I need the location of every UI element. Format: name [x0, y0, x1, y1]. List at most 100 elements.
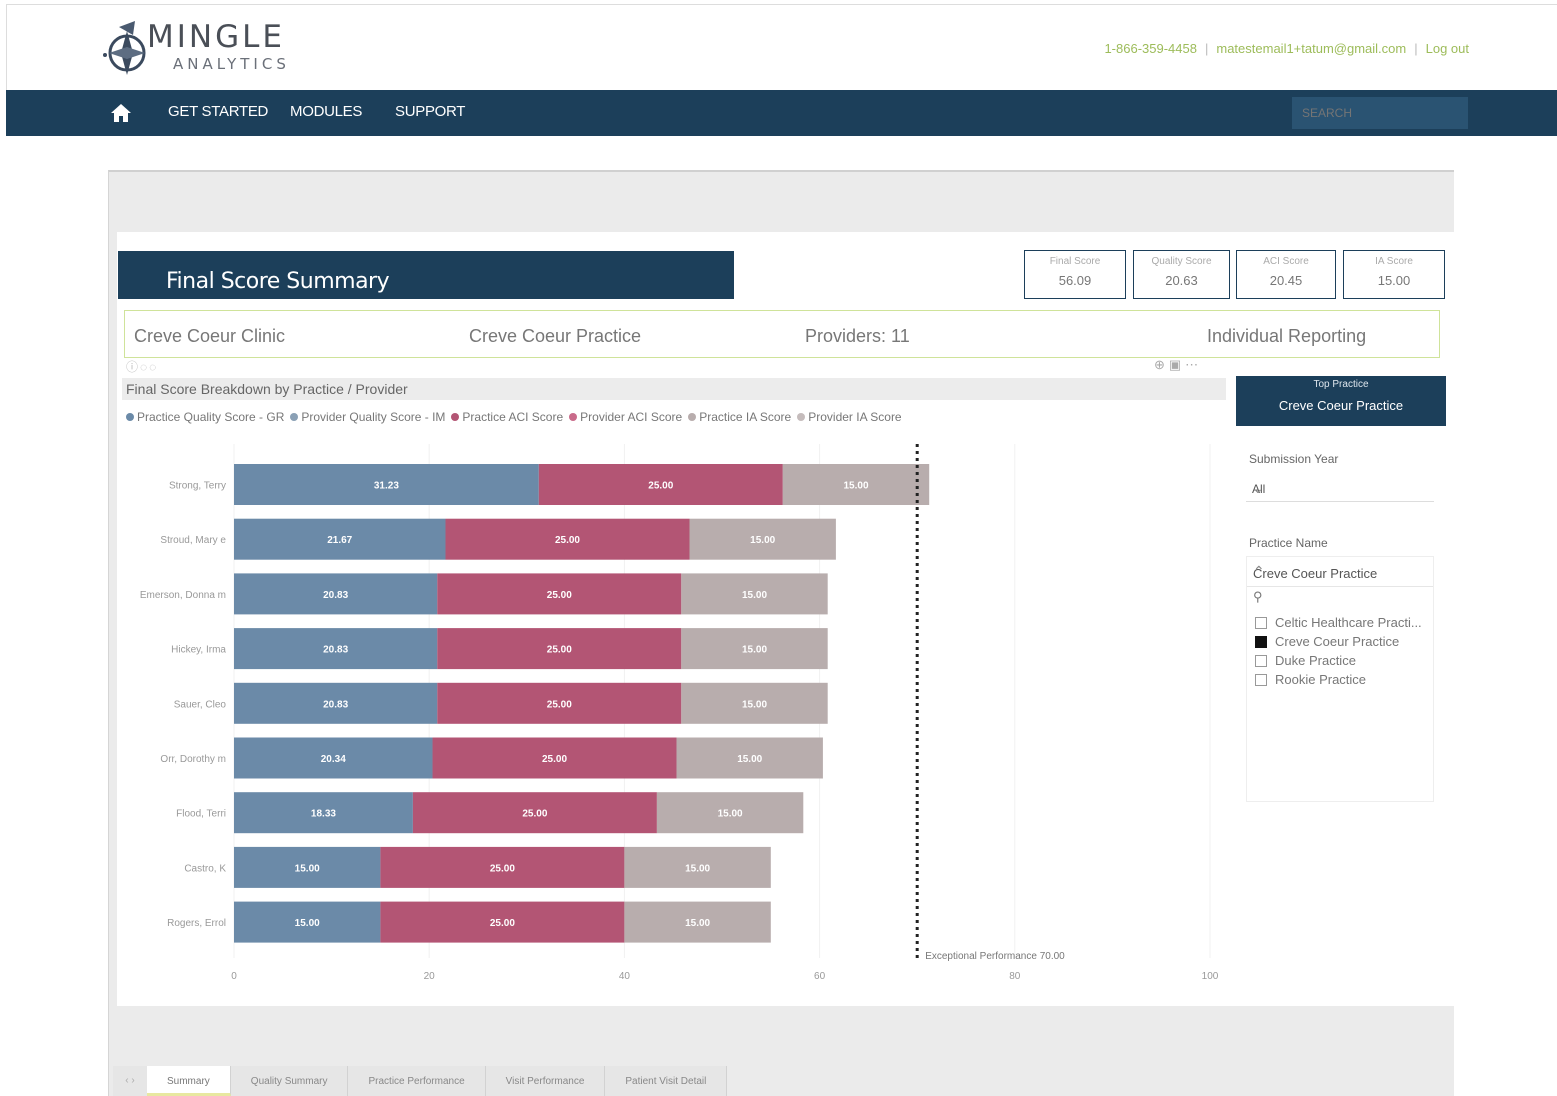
- bar-data-label: 31.23: [374, 481, 399, 492]
- bar-data-label: 15.00: [742, 590, 767, 601]
- bar-data-label: 15.00: [718, 809, 743, 820]
- bar-data-label: 15.00: [737, 754, 762, 765]
- legend-swatch: [126, 413, 134, 421]
- drill-controls[interactable]: ⓘ◌◌: [126, 358, 158, 375]
- practice-option-list: Celtic Healthcare Practi... Creve Coeur P…: [1255, 613, 1422, 689]
- chart-title: Final Score Breakdown by Practice / Prov…: [126, 381, 408, 397]
- practice-slicer: Creve Coeur Practice ⌃ ⚲ Celtic Healthca…: [1246, 556, 1434, 802]
- bar-data-label: 25.00: [555, 535, 580, 546]
- bar-data-label: 20.83: [323, 590, 348, 601]
- bar-data-label: 25.00: [547, 590, 572, 601]
- tab-summary[interactable]: Summary: [147, 1066, 231, 1096]
- kpi-value: 15.00: [1377, 273, 1411, 288]
- score-breakdown-chart[interactable]: 0 20 40 60 80 100 Strong, Terry 31.23 25.00 15.00…: [122, 436, 1226, 988]
- y-category-label: Hickey, Irma: [171, 645, 226, 656]
- bar-data-label: 25.00: [648, 481, 673, 492]
- checkbox[interactable]: [1255, 654, 1267, 667]
- legend-item[interactable]: Provider IA Score: [797, 410, 902, 424]
- logo-wordmark: MINGLE: [147, 19, 285, 55]
- nav-support[interactable]: SUPPORT: [395, 103, 465, 120]
- link-separator: |: [1204, 41, 1209, 56]
- y-category-label: Orr, Dorothy m: [160, 754, 226, 765]
- main-nav: GET STARTED MODULES SUPPORT: [6, 90, 1557, 136]
- practice-name-label: Practice Name: [1249, 536, 1328, 550]
- providers-count: Providers: 11: [805, 326, 910, 346]
- kpi-quality-score: Quality Score 20.63: [1133, 250, 1230, 299]
- chart-legend: Practice Quality Score - GR Provider Qual…: [126, 410, 902, 424]
- checkbox[interactable]: [1255, 635, 1267, 648]
- x-tick-label: 60: [814, 971, 826, 982]
- x-tick-label: 80: [1009, 971, 1021, 982]
- legend-swatch: [688, 413, 697, 421]
- bar-data-label: 15.00: [750, 535, 775, 546]
- practice-name: Creve Coeur Practice: [469, 326, 642, 346]
- bar-data-label: 18.33: [311, 809, 336, 820]
- practice-option-label: Celtic Healthcare Practi...: [1275, 615, 1422, 630]
- tab-practice-performance[interactable]: Practice Performance: [348, 1066, 486, 1096]
- page-tabs: ‹ › Summary Quality Summary Practice Per…: [113, 1066, 728, 1096]
- y-category-label: Rogers, Errol: [167, 918, 226, 929]
- bar-data-label: 15.00: [685, 863, 710, 874]
- legend-swatch: [451, 413, 460, 421]
- search-input[interactable]: [1292, 97, 1468, 129]
- nav-get-started[interactable]: GET STARTED: [168, 103, 268, 120]
- chevron-up-icon: ⌃: [1253, 563, 1265, 579]
- practice-option[interactable]: Celtic Healthcare Practi...: [1255, 613, 1422, 632]
- top-practice-value: Creve Coeur Practice: [1278, 398, 1404, 413]
- phone-link[interactable]: 1-866-359-4458: [1104, 41, 1197, 56]
- legend-item[interactable]: Practice Quality Score - GR: [126, 410, 284, 424]
- practice-option[interactable]: Duke Practice: [1255, 651, 1422, 670]
- mingle-analytics-logo[interactable]: MINGLE ANALYTICS: [103, 13, 313, 83]
- report-title: Final Score Summary: [166, 269, 390, 294]
- bar-data-label: 15.00: [843, 481, 868, 492]
- top-header: MINGLE ANALYTICS 1-866-359-4458 | matest…: [6, 4, 1557, 90]
- home-icon[interactable]: [110, 103, 132, 123]
- top-practice-label: Top Practice: [1313, 379, 1369, 390]
- link-separator: |: [1414, 41, 1418, 56]
- email-link[interactable]: matestemail1+tatum@gmail.com: [1216, 41, 1406, 56]
- legend-swatch: [797, 413, 806, 421]
- practice-option-label: Rookie Practice: [1275, 672, 1367, 687]
- search-icon[interactable]: ⚲: [1253, 589, 1263, 605]
- legend-item[interactable]: Provider ACI Score: [569, 410, 682, 424]
- bar-data-label: 25.00: [547, 645, 572, 656]
- legend-item[interactable]: Provider Quality Score - IM: [290, 410, 445, 424]
- tab-patient-visit-detail[interactable]: Patient Visit Detail: [605, 1066, 728, 1096]
- tab-visit-performance[interactable]: Visit Performance: [486, 1066, 606, 1096]
- visual-header-icons[interactable]: ⊕▣⋯: [1154, 357, 1202, 373]
- y-category-label: Strong, Terry: [169, 481, 226, 492]
- tab-quality-summary[interactable]: Quality Summary: [231, 1066, 349, 1096]
- practice-option[interactable]: Creve Coeur Practice: [1255, 632, 1422, 651]
- tab-scroll-arrows[interactable]: ‹ ›: [113, 1066, 147, 1096]
- bar-data-label: 20.83: [323, 699, 348, 710]
- kpi-value: 56.09: [1058, 273, 1092, 288]
- submission-year-dropdown[interactable]: All ⌄: [1246, 476, 1434, 502]
- legend-label: Provider ACI Score: [580, 410, 683, 424]
- logout-link[interactable]: Log out: [1426, 41, 1469, 56]
- legend-label: Provider Quality Score - IM: [301, 410, 446, 424]
- kpi-aci-score: ACI Score 20.45: [1236, 250, 1336, 299]
- legend-label: Practice Quality Score - GR: [137, 410, 285, 424]
- kpi-label: ACI Score: [1263, 256, 1309, 267]
- nav-modules[interactable]: MODULES: [290, 103, 362, 120]
- legend-item[interactable]: Practice ACI Score: [451, 410, 563, 424]
- checkbox[interactable]: [1255, 616, 1267, 629]
- x-tick-label: 20: [424, 971, 436, 982]
- legend-label: Practice IA Score: [699, 410, 792, 424]
- bar-data-label: 25.00: [547, 699, 572, 710]
- practice-option-label: Duke Practice: [1275, 653, 1356, 668]
- bar-data-label: 25.00: [542, 754, 567, 765]
- legend-item[interactable]: Practice IA Score: [688, 410, 791, 424]
- practice-slicer-header[interactable]: Creve Coeur Practice ⌃: [1247, 557, 1433, 587]
- checkbox[interactable]: [1255, 673, 1267, 686]
- bar-data-label: 15.00: [685, 918, 710, 929]
- kpi-final-score: Final Score 56.09: [1024, 250, 1126, 299]
- top-links: 1-866-359-4458 | matestemail1+tatum@gmai…: [1104, 41, 1469, 56]
- page: MINGLE ANALYTICS 1-866-359-4458 | matest…: [0, 0, 1557, 1096]
- clinic-name: Creve Coeur Clinic: [134, 326, 286, 346]
- info-bar: Creve Coeur Clinic Creve Coeur Practice …: [124, 310, 1440, 358]
- bar-data-label: 15.00: [295, 863, 320, 874]
- y-category-label: Castro, K: [184, 863, 226, 874]
- practice-option[interactable]: Rookie Practice: [1255, 670, 1422, 689]
- bar-data-label: 20.34: [321, 754, 346, 765]
